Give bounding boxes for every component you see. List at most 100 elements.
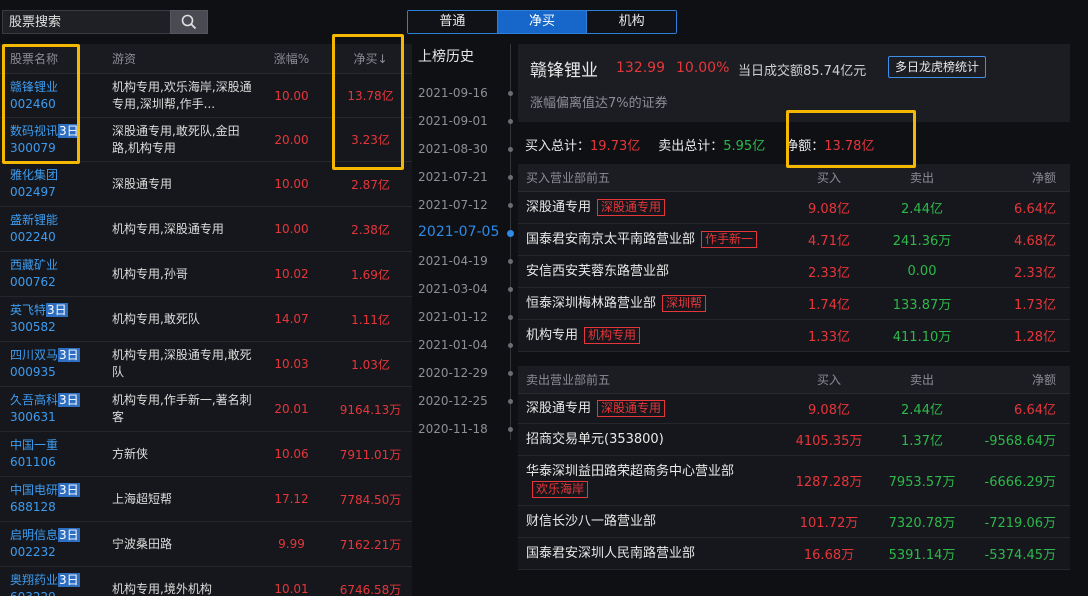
stock-name-link[interactable]: 中国一重 (10, 438, 58, 452)
net-total-label: 净额： (785, 139, 825, 154)
youzi-cell: 深股通专用,敢死队,金田路,机构专用 (112, 123, 240, 155)
multi-day-stats-button[interactable]: 多日龙虎榜统计 (888, 56, 987, 78)
history-date-item[interactable]: 2021-08-30 (418, 142, 488, 156)
table-row[interactable]: 盛新锂能 002240 机构专用,深股通专用 10.00 2.38亿 (0, 207, 412, 252)
buy-amount: 4105.35万 (795, 434, 863, 449)
net-amount: 1.73亿 (1014, 298, 1056, 313)
stock-cell[interactable]: 启明信息3日 002232 (0, 527, 104, 561)
history-date-item[interactable]: 2021-07-12 (418, 198, 488, 212)
broker-name-cell[interactable]: 安信西安芙蓉东路营业部 (518, 263, 784, 281)
tab-institution[interactable]: 机构 (587, 11, 676, 33)
stock-name-link[interactable]: 雅化集团 (10, 168, 58, 182)
lhb-window: 普通 净买 机构 股票名称 游资 涨幅% 净买↓ 赣锋锂业 002460 机构专用,… (0, 0, 1088, 596)
table-row[interactable]: 西藏矿业 000762 机构专用,孙哥 10.02 1.69亿 (0, 252, 412, 297)
history-date-item[interactable]: 2021-01-12 (418, 310, 488, 324)
stock-cell[interactable]: 四川双马3日 000935 (0, 347, 104, 381)
table-row[interactable]: 启明信息3日 002232 宁波桑田路 9.99 7162.21万 (0, 522, 412, 567)
table-row[interactable]: 中国一重 601106 方新侠 10.06 7911.01万 (0, 432, 412, 477)
broker-row[interactable]: 安信西安芙蓉东路营业部 2.33亿 0.00 2.33亿 (518, 256, 1070, 288)
broker-row[interactable]: 华泰深圳益田路荣超商务中心营业部欢乐海岸 1287.28万 7953.57万 -666… (518, 456, 1070, 506)
stock-name-link[interactable]: 久吾高科 (10, 393, 58, 407)
history-date-item[interactable]: 2021-01-04 (418, 338, 488, 352)
history-date-item[interactable]: 2020-12-25 (418, 394, 488, 408)
broker-name-cell[interactable]: 招商交易单元(353800) (518, 431, 784, 449)
table-row[interactable]: 雅化集团 002497 深股通专用 10.00 2.87亿 (0, 162, 412, 207)
history-date-item[interactable]: 2021-09-01 (418, 114, 488, 128)
broker-name-cell[interactable]: 机构专用 机构专用 (518, 326, 784, 345)
col-pct[interactable]: 涨幅% (254, 50, 329, 67)
broker-row[interactable]: 机构专用 机构专用 1.33亿 411.10万 1.28亿 (518, 320, 1070, 352)
history-date-item[interactable]: 2020-11-18 (418, 422, 488, 436)
pct-cell: 10.03 (274, 357, 309, 371)
history-date-item[interactable]: 2021-07-05 (418, 224, 499, 240)
stock-name-link[interactable]: 启明信息 (10, 528, 58, 542)
table-row[interactable]: 数码视讯3日 300079 深股通专用,敢死队,金田路,机构专用 20.00 3.23亿 (0, 118, 412, 162)
stock-cell[interactable]: 中国一重 601106 (0, 437, 104, 471)
buy-amount: 2.33亿 (808, 266, 850, 281)
broker-name-cell[interactable]: 深股通专用 深股通专用 (518, 399, 784, 418)
col-net-buy[interactable]: 净买↓ (329, 50, 412, 67)
stock-name-link[interactable]: 四川双马 (10, 348, 58, 362)
broker-tag: 作手新一 (701, 230, 758, 248)
table-row[interactable]: 四川双马3日 000935 机构专用,深股通专用,敢死队 10.03 1.03亿 (0, 342, 412, 387)
stock-cell[interactable]: 雅化集团 002497 (0, 167, 104, 201)
stock-pct: 10.00% (676, 60, 730, 76)
history-date-item[interactable]: 2021-09-16 (418, 86, 488, 100)
pct-cell: 10.00 (274, 88, 309, 103)
broker-name-cell[interactable]: 国泰君安南京太平南路营业部 作手新一 (518, 230, 784, 249)
broker-name-cell[interactable]: 深股通专用 深股通专用 (518, 198, 784, 217)
col-youzi[interactable]: 游资 (104, 50, 254, 67)
tab-net-buy[interactable]: 净买 (497, 11, 588, 33)
stock-name-link[interactable]: 盛新锂能 (10, 213, 58, 227)
table-row[interactable]: 英飞特3日 300582 机构专用,敢死队 14.07 1.11亿 (0, 297, 412, 342)
net-buy-cell: 6746.58万 (339, 582, 402, 596)
stock-name-link[interactable]: 奥翔药业 (10, 573, 58, 587)
broker-row[interactable]: 国泰君安深圳人民南路营业部 16.68万 5391.14万 -5374.45万 (518, 538, 1070, 570)
broker-name-cell[interactable]: 华泰深圳益田路荣超商务中心营业部欢乐海岸 (518, 463, 784, 499)
stock-name-link[interactable]: 赣锋锂业 (10, 80, 58, 94)
totals-bar: 买入总计： 19.73亿 卖出总计： 5.95亿 净额： 13.78亿 (525, 135, 874, 154)
search-input[interactable] (2, 10, 170, 34)
table-row[interactable]: 久吾高科3日 300631 机构专用,作手新一,著名刺客 20.01 9164.13万 (0, 387, 412, 432)
broker-row[interactable]: 财信长沙八一路营业部 101.72万 7320.78万 -7219.06万 (518, 506, 1070, 538)
stock-cell[interactable]: 数码视讯3日 300079 (0, 123, 104, 157)
stock-name-link[interactable]: 西藏矿业 (10, 258, 58, 272)
net-buy-cell: 3.23亿 (351, 133, 390, 147)
broker-row[interactable]: 招商交易单元(353800) 4105.35万 1.37亿 -9568.64万 (518, 424, 1070, 456)
broker-row[interactable]: 恒泰深圳梅林路营业部 深圳帮 1.74亿 133.87万 1.73亿 (518, 288, 1070, 320)
stock-cell[interactable]: 奥翔药业3日603229 (0, 572, 104, 596)
col-stock-name[interactable]: 股票名称 (0, 50, 104, 67)
tab-normal[interactable]: 普通 (408, 11, 498, 33)
broker-row[interactable]: 深股通专用 深股通专用 9.08亿 2.44亿 6.64亿 (518, 394, 1070, 424)
stock-cell[interactable]: 中国电研3日 688128 (0, 482, 104, 516)
stock-cell[interactable]: 久吾高科3日 300631 (0, 392, 104, 426)
table-row[interactable]: 奥翔药业3日603229 机构专用,境外机构 10.01 6746.58万 (0, 567, 412, 596)
stock-cell[interactable]: 赣锋锂业 002460 (0, 79, 104, 113)
stock-cell[interactable]: 英飞特3日 300582 (0, 302, 104, 336)
stock-code: 300582 (10, 320, 56, 334)
sell-table-header: 卖出营业部前五 买入 卖出 净额 (518, 366, 1070, 394)
broker-name-cell[interactable]: 国泰君安深圳人民南路营业部 (518, 545, 784, 563)
youzi-cell: 机构专用,深股通专用,敢死队 (112, 348, 252, 379)
table-row[interactable]: 中国电研3日 688128 上海超短帮 17.12 7784.50万 (0, 477, 412, 522)
stock-code: 688128 (10, 500, 56, 514)
broker-name-cell[interactable]: 恒泰深圳梅林路营业部 深圳帮 (518, 294, 784, 313)
net-buy-cell: 13.78亿 (347, 89, 394, 103)
stock-cell[interactable]: 西藏矿业 000762 (0, 257, 104, 291)
broker-row[interactable]: 深股通专用 深股通专用 9.08亿 2.44亿 6.64亿 (518, 192, 1070, 224)
history-date-item[interactable]: 2021-04-19 (418, 254, 488, 268)
search-button[interactable] (170, 10, 208, 34)
history-date-item[interactable]: 2021-07-21 (418, 170, 488, 184)
broker-name-cell[interactable]: 财信长沙八一路营业部 (518, 513, 784, 531)
stock-name-link[interactable]: 英飞特 (10, 303, 46, 317)
broker-name: 招商交易单元(353800) (526, 431, 664, 447)
history-dot (508, 175, 513, 180)
broker-row[interactable]: 国泰君安南京太平南路营业部 作手新一 4.71亿 241.36万 4.68亿 (518, 224, 1070, 256)
history-date-item[interactable]: 2020-12-29 (418, 366, 488, 380)
stock-name-link[interactable]: 数码视讯 (10, 124, 58, 138)
sell-amount: 7953.57万 (888, 475, 956, 490)
table-row[interactable]: 赣锋锂业 002460 机构专用,欢乐海岸,深股通专用,深圳帮,作手... 10.00… (0, 74, 412, 118)
history-date-item[interactable]: 2021-03-04 (418, 282, 488, 296)
stock-name-link[interactable]: 中国电研 (10, 483, 58, 497)
stock-cell[interactable]: 盛新锂能 002240 (0, 212, 104, 246)
